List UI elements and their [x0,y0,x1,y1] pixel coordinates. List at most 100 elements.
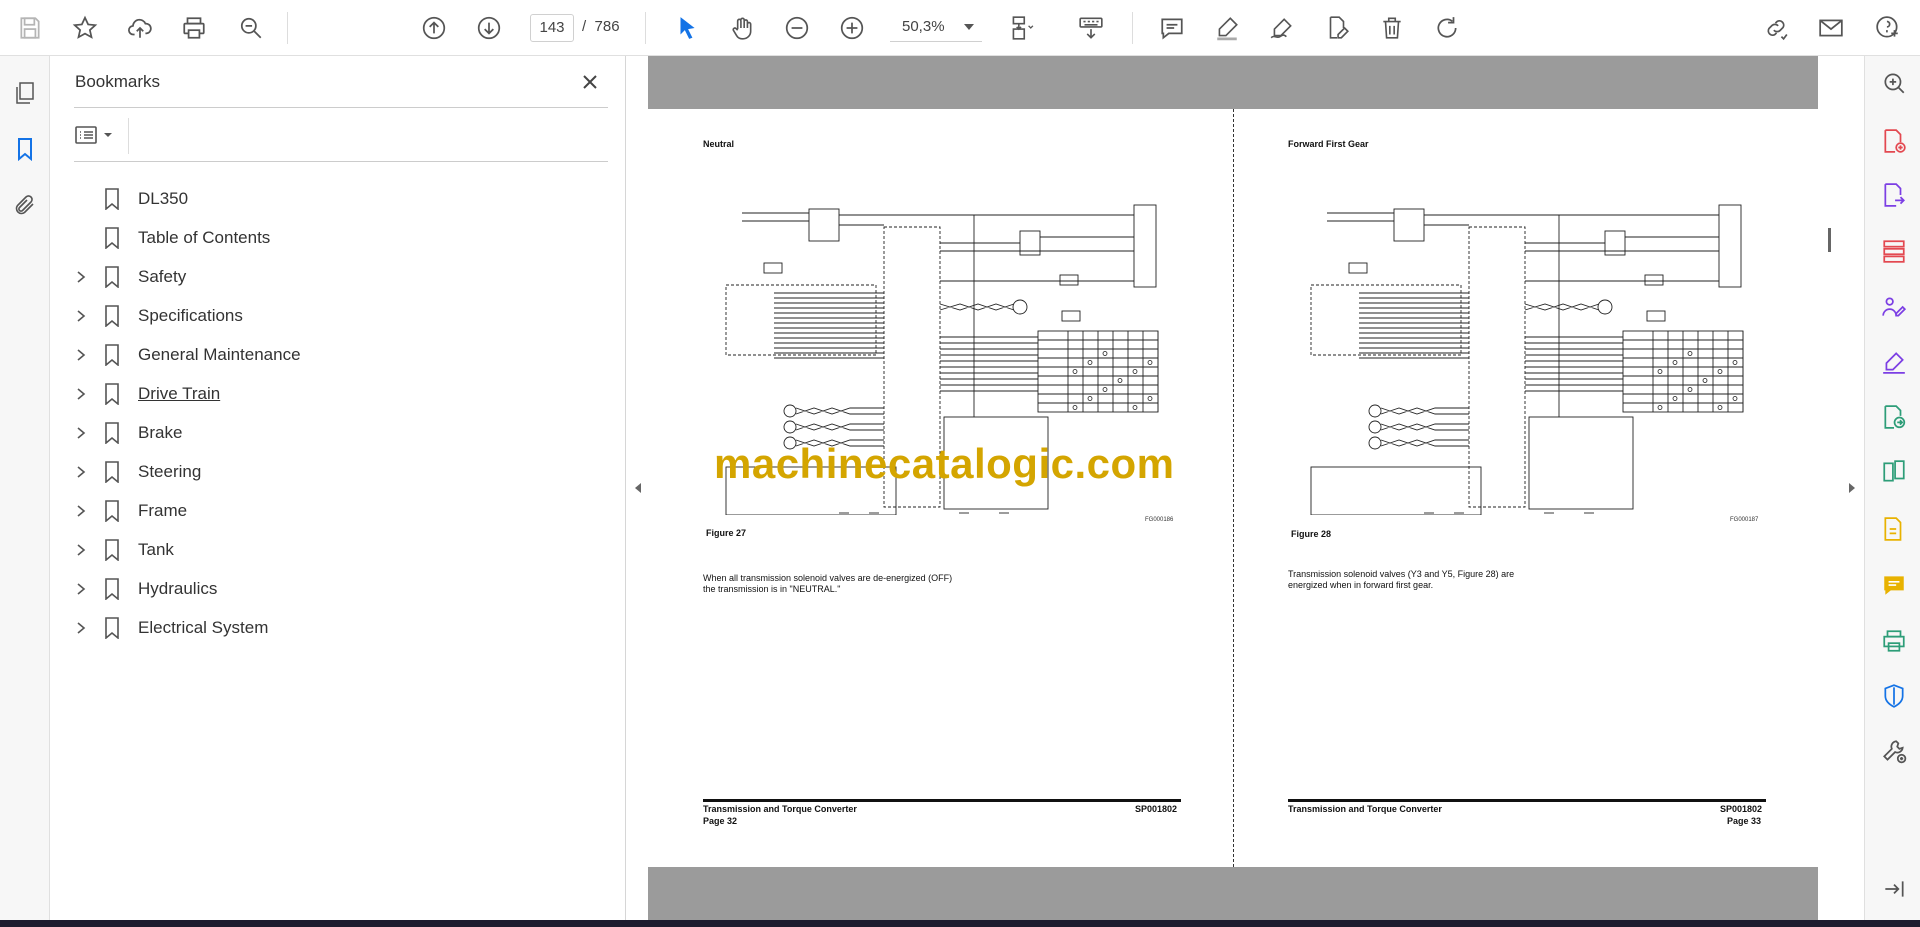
upload-cloud-icon[interactable] [122,10,158,46]
draw-pen-icon[interactable] [1264,10,1300,46]
page-number-input[interactable]: 143 [530,14,574,42]
bookmark-icon [104,304,124,328]
bookmark-label: Steering [138,462,202,481]
delete-trash-icon[interactable] [1374,10,1410,46]
zoom-out-icon[interactable] [779,10,815,46]
chevron-right-icon[interactable] [70,383,92,405]
bookmark-item[interactable]: General Maintenance [70,340,610,370]
bookmark-icon [104,538,124,562]
page-fit-icon[interactable] [1003,10,1039,46]
bookmark-item[interactable]: Steering [70,457,610,487]
bookmark-item[interactable]: Brake [70,418,610,448]
account-add-icon[interactable] [1870,10,1906,46]
print-production-icon[interactable] [1879,626,1909,656]
bookmark-label: Drive Train [138,384,221,403]
attachment-icon[interactable] [8,188,42,222]
chevron-right-icon[interactable] [70,266,92,288]
bookmark-item[interactable]: Electrical System [70,613,610,643]
bookmark-item[interactable]: Tank [70,535,610,565]
bookmark-label: Tank [138,540,174,559]
chevron-right-icon[interactable] [70,305,92,327]
zoom-select[interactable]: 50,3% [890,14,982,42]
keyboard-scroll-icon[interactable] [1073,10,1109,46]
right-footer-page: Page 33 [1727,816,1762,826]
divider [74,161,608,162]
divider [128,118,129,154]
left-page-heading: Neutral [703,139,735,149]
left-footer-page: Page 32 [703,816,738,826]
share-link-icon[interactable] [1758,10,1794,46]
bookmark-item[interactable]: Safety [70,262,610,292]
right-wiring-diagram [1310,204,1744,515]
star-icon[interactable] [67,10,103,46]
right-body-line: energized when in forward first gear. [1288,580,1434,590]
fill-sign-icon[interactable] [1319,10,1355,46]
zoom-search-icon[interactable] [1879,68,1909,98]
panel-title: Bookmarks [75,72,161,91]
organize-pages-icon[interactable] [1879,236,1909,266]
chevron-down-icon [964,24,974,30]
page-thumbnails-icon[interactable] [8,76,42,110]
right-page-heading: Forward First Gear [1288,139,1369,149]
export-pdf-icon[interactable] [1879,180,1909,210]
hand-tool-icon[interactable] [724,10,760,46]
right-figure-caption: Figure 28 [1291,529,1332,539]
request-signature-icon[interactable] [1879,292,1909,322]
bookmark-icon [104,265,124,289]
bookmark-item[interactable]: Specifications [70,301,610,331]
bookmark-item[interactable]: Frame [70,496,610,526]
chevron-right-icon[interactable] [70,461,92,483]
bookmark-item[interactable]: Hydraulics [70,574,610,604]
right-figure-id: FG000187 [1730,517,1759,523]
bookmarks-panel: Bookmarks DL350 Table of Contents Safety Sp… [50,56,626,922]
bookmark-options-button[interactable] [74,120,126,150]
chevron-right-icon[interactable] [70,617,92,639]
zoom-in-icon[interactable] [834,10,870,46]
left-body-line: the transmission is in "NEUTRAL." [703,584,841,594]
bookmark-item[interactable]: Drive Train [70,379,610,409]
previous-page-icon[interactable] [416,10,452,46]
chevron-right-icon[interactable] [70,539,92,561]
right-footer-title: Transmission and Torque Converter [1288,804,1442,814]
highlight-icon[interactable] [1209,10,1245,46]
save-icon[interactable] [12,10,48,46]
bookmark-icon [104,460,124,484]
bookmark-icon [104,421,124,445]
more-tools-icon[interactable] [1879,736,1909,766]
send-for-review-icon[interactable] [1879,402,1909,432]
comment-icon[interactable] [1154,10,1190,46]
rotate-redo-icon[interactable] [1429,10,1465,46]
chevron-right-icon[interactable] [70,422,92,444]
left-footer-rule [703,799,1181,802]
print-icon[interactable] [176,10,212,46]
email-icon[interactable] [1813,10,1849,46]
expand-panel-icon[interactable] [1879,874,1909,904]
select-cursor-icon[interactable] [669,10,705,46]
left-footer-code: SP001802 [1135,804,1178,814]
comment-tool-icon[interactable] [1879,570,1909,600]
chevron-right-icon[interactable] [70,500,92,522]
chevron-right-icon[interactable] [70,578,92,600]
protect-shield-icon[interactable] [1879,681,1909,711]
fill-sign-tool-icon[interactable] [1879,347,1909,377]
close-icon[interactable] [576,68,604,96]
bookmark-item[interactable]: DL350 [70,184,610,214]
compare-files-icon[interactable] [1879,457,1909,487]
bookmark-item[interactable]: Table of Contents [70,223,610,253]
chevron-right-icon[interactable] [70,344,92,366]
zoom-value: 50,3% [902,18,945,35]
next-page-icon[interactable] [471,10,507,46]
left-navigation-rail [0,56,50,922]
find-zoom-icon[interactable] [233,10,269,46]
bookmark-icon [104,499,124,523]
bookmark-panel-icon[interactable] [8,132,42,166]
collapse-right-panel-icon[interactable] [1842,478,1862,498]
left-figure-id: FG000186 [1145,517,1174,523]
create-pdf-icon[interactable] [1879,126,1909,156]
vertical-scrollbar[interactable] [1818,56,1842,922]
toolbar-divider [1132,12,1133,44]
collapse-left-panel-icon[interactable] [628,478,648,498]
edit-pdf-icon[interactable] [1879,514,1909,544]
scrollbar-thumb[interactable] [1828,228,1831,252]
